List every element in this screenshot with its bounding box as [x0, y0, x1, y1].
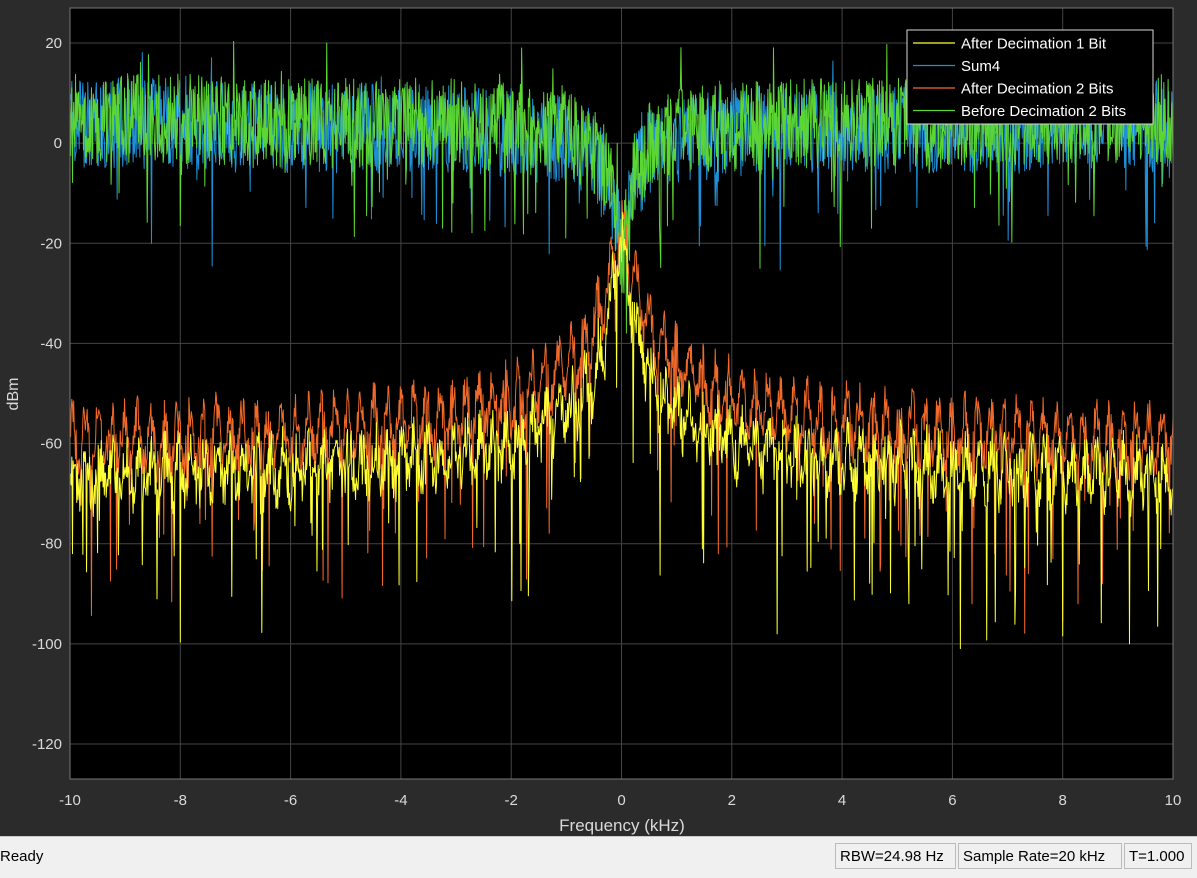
- y-tick-label: 0: [54, 135, 62, 152]
- legend[interactable]: After Decimation 1 Bit Sum4 After Decimati…: [906, 29, 1154, 125]
- x-tick-label: -8: [174, 792, 187, 809]
- x-tick-label: 0: [617, 792, 625, 809]
- y-tick-label: -120: [32, 736, 62, 753]
- y-tick-label: 20: [45, 35, 62, 52]
- x-tick-label: -10: [59, 792, 81, 809]
- y-tick-label: -100: [32, 636, 62, 653]
- status-bar: Ready RBW=24.98 Hz Sample Rate=20 kHz T=…: [0, 836, 1197, 878]
- y-tick-label: -20: [40, 235, 62, 252]
- legend-label: After Decimation 1 Bit: [961, 36, 1107, 53]
- legend-label: After Decimation 2 Bits: [961, 81, 1114, 98]
- legend-label: Sum4: [961, 58, 1000, 75]
- x-tick-label: 8: [1059, 792, 1067, 809]
- x-tick-label: -4: [394, 792, 407, 809]
- x-tick-label: 4: [838, 792, 846, 809]
- y-tick-label: -60: [40, 436, 62, 453]
- x-tick-label: 10: [1165, 792, 1182, 809]
- x-tick-label: 6: [948, 792, 956, 809]
- x-tick-label: 2: [728, 792, 736, 809]
- time-readout: T=1.000: [1124, 843, 1192, 869]
- spectrum-plot[interactable]: -10 -8 -6 -4 -2 0 2 4 6 8 10200-20-40-60-80-100-12…: [0, 0, 1197, 836]
- x-axis-label: Frequency (kHz): [559, 816, 685, 835]
- x-tick-label: -6: [284, 792, 297, 809]
- rbw-readout: RBW=24.98 Hz: [835, 843, 956, 869]
- y-tick-label: -80: [40, 536, 62, 553]
- x-tick-label: -2: [505, 792, 518, 809]
- spectrum-figure: -10 -8 -6 -4 -2 0 2 4 6 8 10 20 0 -20 -40 -60 -80 -100 -12…: [0, 0, 1197, 836]
- y-tick-label: -40: [40, 335, 62, 352]
- sample-rate-readout: Sample Rate=20 kHz: [958, 843, 1122, 869]
- legend-label: Before Decimation 2 Bits: [961, 103, 1126, 120]
- status-text: Ready: [0, 848, 44, 865]
- y-axis-label: dBm: [5, 378, 22, 411]
